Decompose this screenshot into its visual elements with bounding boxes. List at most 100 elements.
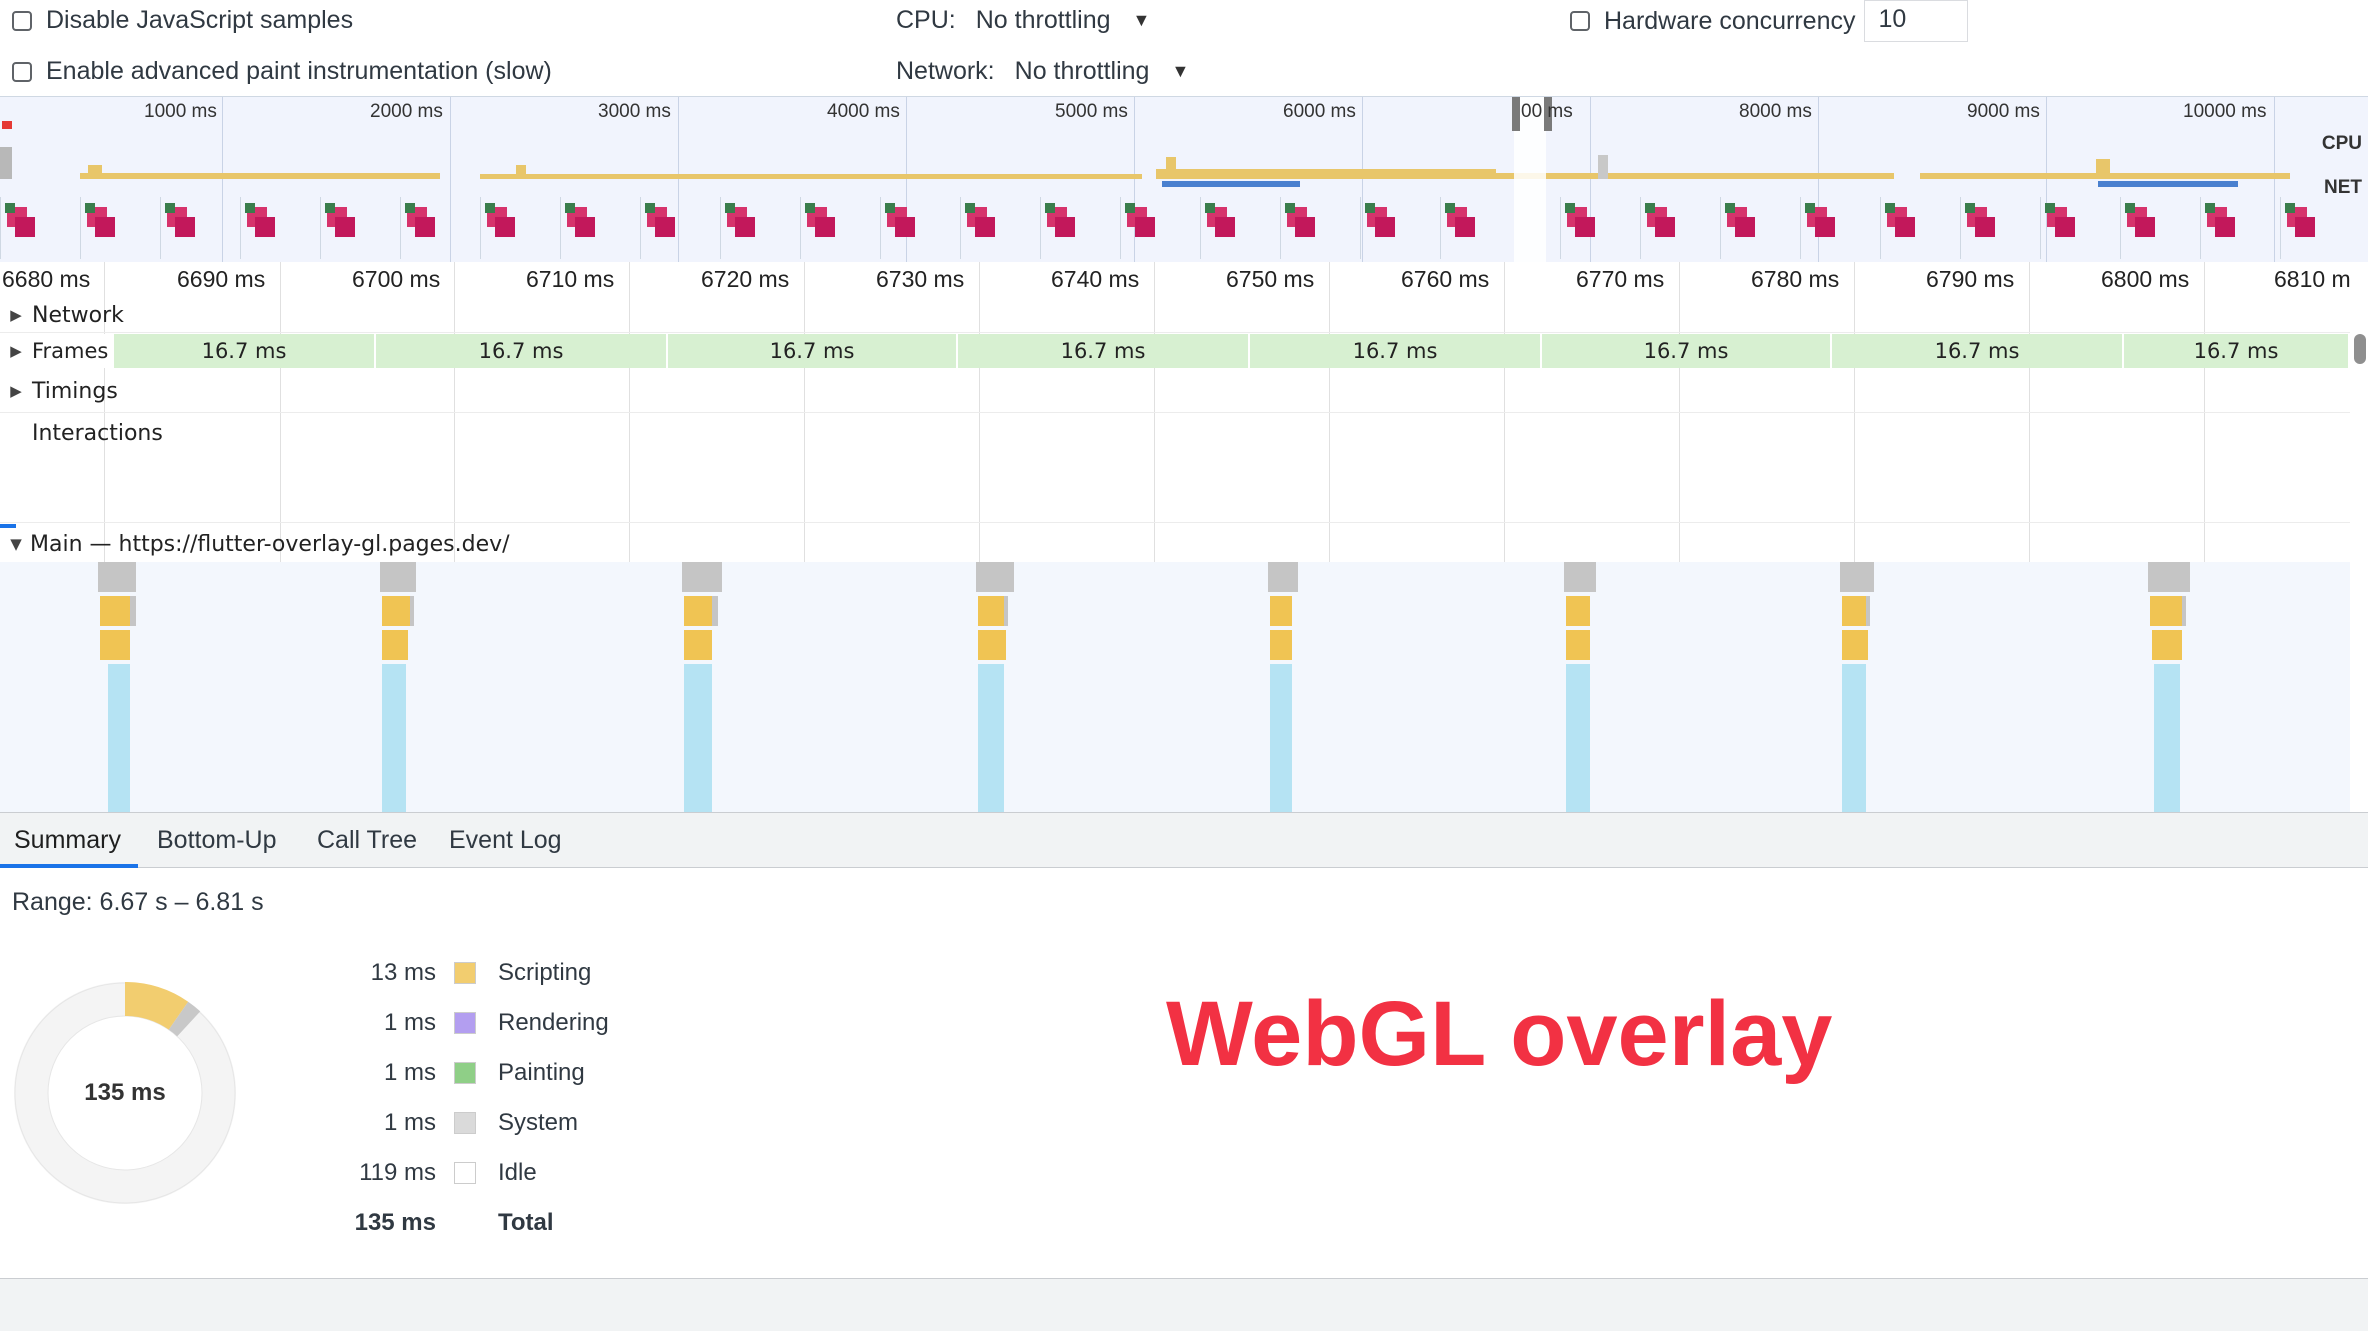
frame-bar[interactable]: 16.7 ms xyxy=(114,334,376,368)
screenshot-thumbnail[interactable] xyxy=(320,197,401,259)
screenshot-thumbnail[interactable] xyxy=(400,197,481,259)
frame-bar[interactable]: 16.7 ms xyxy=(1250,334,1542,368)
script-block[interactable] xyxy=(382,596,410,626)
tab-bottom-up[interactable]: Bottom-Up xyxy=(157,813,276,867)
idle-block[interactable] xyxy=(108,664,130,812)
frame-bar[interactable]: 16.7 ms xyxy=(2124,334,2350,368)
script-block[interactable] xyxy=(1270,630,1292,660)
expand-triangle-icon[interactable]: ▶ xyxy=(0,306,32,324)
screenshot-thumbnail[interactable] xyxy=(1720,197,1801,259)
network-track-header[interactable]: ▶ Network xyxy=(0,298,124,332)
task-block[interactable] xyxy=(410,596,414,626)
tab-event-log[interactable]: Event Log xyxy=(449,813,562,867)
task-block[interactable] xyxy=(976,562,1014,592)
screenshot-thumbnail[interactable] xyxy=(1120,197,1201,259)
idle-block[interactable] xyxy=(1842,664,1866,812)
screenshot-thumbnail[interactable] xyxy=(480,197,561,259)
script-block[interactable] xyxy=(978,596,1004,626)
task-block[interactable] xyxy=(682,562,722,592)
script-block[interactable] xyxy=(100,630,130,660)
task-block[interactable] xyxy=(1866,596,1870,626)
script-block[interactable] xyxy=(1842,596,1866,626)
screenshot-thumbnail[interactable] xyxy=(640,197,721,259)
network-throttling-select[interactable]: No throttling xyxy=(1015,57,1150,86)
frames-track-header[interactable]: ▶ Frames xyxy=(0,334,114,368)
screenshot-thumbnail[interactable] xyxy=(1800,197,1881,259)
screenshot-thumbnail[interactable] xyxy=(2200,197,2281,259)
script-block[interactable] xyxy=(1566,630,1590,660)
collapse-triangle-icon[interactable]: ▼ xyxy=(0,535,32,553)
script-block[interactable] xyxy=(978,630,1006,660)
task-block[interactable] xyxy=(1840,562,1874,592)
script-block[interactable] xyxy=(684,596,712,626)
frames-track[interactable]: ▶ Frames 16.7 ms 16.7 ms 16.7 ms 16.7 ms… xyxy=(0,334,2350,368)
timeline-overview[interactable]: 1000 ms 2000 ms 3000 ms 4000 ms 5000 ms … xyxy=(0,96,2368,264)
frame-bar[interactable]: 16.7 ms xyxy=(958,334,1250,368)
network-dropdown-arrow-icon[interactable]: ▼ xyxy=(1171,61,1189,82)
frame-bar[interactable]: 16.7 ms xyxy=(1832,334,2124,368)
expand-triangle-icon[interactable]: ▶ xyxy=(0,342,32,360)
screenshot-thumbnail[interactable] xyxy=(800,197,881,259)
main-track-header[interactable]: ▼ Main — https://flutter-overlay-gl.page… xyxy=(0,526,509,562)
hardware-concurrency-option[interactable]: Hardware concurrency 10 xyxy=(1570,0,1968,42)
disable-js-samples-option[interactable]: Disable JavaScript samples xyxy=(12,6,353,35)
screenshot-filmstrip[interactable] xyxy=(0,197,2368,259)
selection-left-handle[interactable] xyxy=(1512,97,1520,131)
task-block[interactable] xyxy=(380,562,416,592)
screenshot-thumbnail[interactable] xyxy=(1440,197,1521,259)
task-block[interactable] xyxy=(1268,562,1298,592)
tab-summary[interactable]: Summary xyxy=(14,813,121,867)
idle-block[interactable] xyxy=(1566,664,1590,812)
screenshot-thumbnail[interactable] xyxy=(80,197,161,259)
tab-call-tree[interactable]: Call Tree xyxy=(317,813,417,867)
script-block[interactable] xyxy=(382,630,408,660)
idle-block[interactable] xyxy=(684,664,712,812)
advanced-paint-option[interactable]: Enable advanced paint instrumentation (s… xyxy=(12,57,552,86)
tracks-scrollbar[interactable] xyxy=(2354,334,2366,364)
timings-track-header[interactable]: ▶ Timings xyxy=(0,374,118,408)
screenshot-thumbnail[interactable] xyxy=(1200,197,1281,259)
expand-triangle-icon[interactable]: ▶ xyxy=(0,382,32,400)
screenshot-thumbnail[interactable] xyxy=(1880,197,1961,259)
idle-block[interactable] xyxy=(382,664,406,812)
frame-bar[interactable]: 16.7 ms xyxy=(376,334,668,368)
screenshot-thumbnail[interactable] xyxy=(2120,197,2201,259)
screenshot-thumbnail[interactable] xyxy=(160,197,241,259)
task-block[interactable] xyxy=(1564,562,1596,592)
task-block[interactable] xyxy=(130,596,136,626)
screenshot-thumbnail[interactable] xyxy=(1280,197,1361,259)
screenshot-thumbnail[interactable] xyxy=(1960,197,2041,259)
task-block[interactable] xyxy=(2182,596,2186,626)
script-block[interactable] xyxy=(684,630,712,660)
screenshot-thumbnail[interactable] xyxy=(2040,197,2121,259)
screenshot-thumbnail[interactable] xyxy=(0,197,81,259)
cpu-dropdown-arrow-icon[interactable]: ▼ xyxy=(1133,10,1151,31)
screenshot-thumbnail[interactable] xyxy=(720,197,801,259)
script-block[interactable] xyxy=(100,596,130,626)
script-block[interactable] xyxy=(1842,630,1868,660)
main-flame-chart[interactable] xyxy=(0,562,2350,812)
hardware-concurrency-input[interactable]: 10 xyxy=(1863,0,1968,42)
idle-block[interactable] xyxy=(978,664,1004,812)
screenshot-thumbnail[interactable] xyxy=(240,197,321,259)
screenshot-thumbnail[interactable] xyxy=(1360,197,1441,259)
task-block[interactable] xyxy=(712,596,718,626)
idle-block[interactable] xyxy=(2154,664,2180,812)
screenshot-thumbnail[interactable] xyxy=(1560,197,1641,259)
script-block[interactable] xyxy=(2152,630,2182,660)
script-block[interactable] xyxy=(2150,596,2182,626)
idle-block[interactable] xyxy=(1270,664,1292,812)
advanced-paint-checkbox[interactable] xyxy=(12,61,32,82)
disable-js-samples-checkbox[interactable] xyxy=(12,10,32,31)
frame-bar[interactable]: 16.7 ms xyxy=(1542,334,1832,368)
script-block[interactable] xyxy=(1270,596,1292,626)
screenshot-thumbnail[interactable] xyxy=(1040,197,1121,259)
script-block[interactable] xyxy=(1566,596,1590,626)
task-block[interactable] xyxy=(1004,596,1008,626)
screenshot-thumbnail[interactable] xyxy=(960,197,1041,259)
task-block[interactable] xyxy=(98,562,136,592)
screenshot-thumbnail[interactable] xyxy=(560,197,641,259)
screenshot-thumbnail[interactable] xyxy=(2280,197,2361,259)
task-block[interactable] xyxy=(2148,562,2190,592)
screenshot-thumbnail[interactable] xyxy=(880,197,961,259)
